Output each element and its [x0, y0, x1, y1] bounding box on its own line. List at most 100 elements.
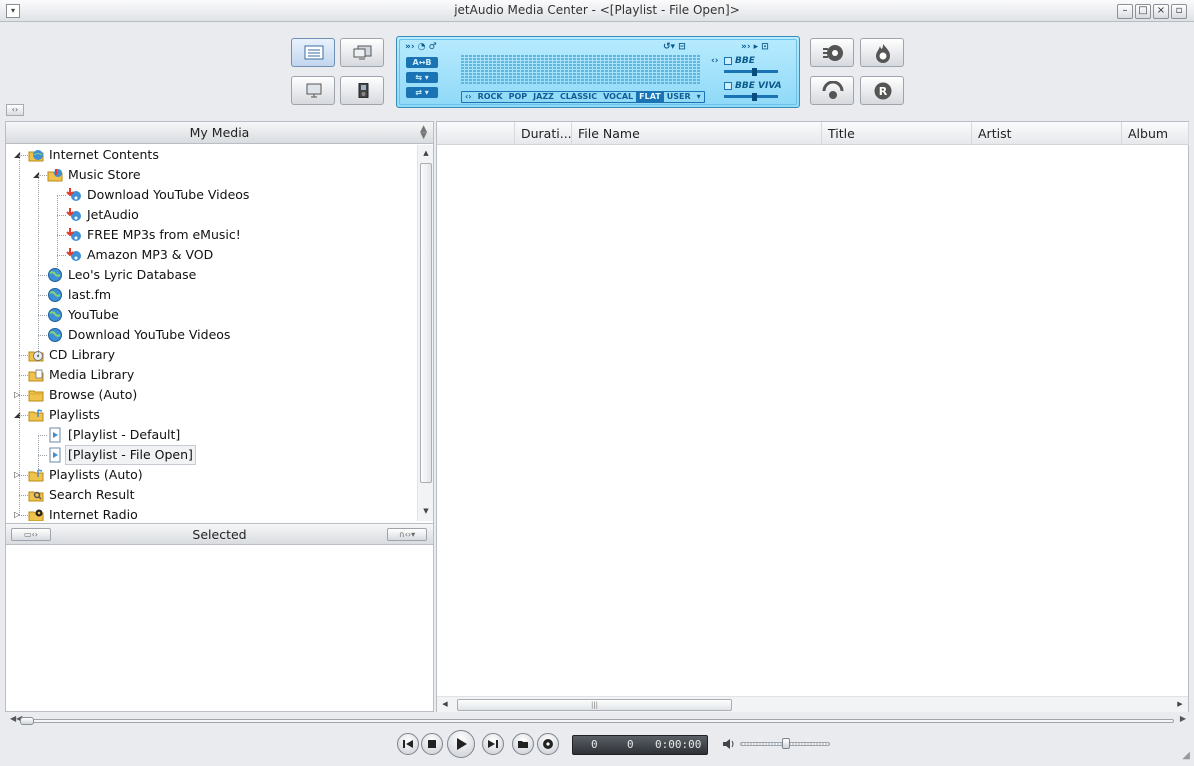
open-folder-icon — [518, 741, 528, 748]
tree-item[interactable]: Amazon MP3 & VOD — [6, 245, 416, 265]
previous-button[interactable] — [397, 733, 419, 755]
scroll-down-icon[interactable]: ▼ — [418, 507, 434, 515]
panel-toggle-button[interactable]: ‹› — [6, 104, 24, 116]
burn-cd-button[interactable] — [860, 38, 904, 67]
scroll-right-icon[interactable]: ▶ — [1172, 700, 1188, 708]
my-media-header[interactable]: My Media ▲ ▼ — [6, 122, 433, 144]
maximize-button[interactable]: □ — [1135, 4, 1151, 19]
eq-arrow-icon[interactable]: ‹› — [462, 92, 475, 102]
eq-preset-jazz[interactable]: JAZZ — [530, 92, 557, 102]
tree-item[interactable]: Search Result — [6, 485, 416, 505]
search-folder-icon — [28, 487, 44, 503]
seek-track[interactable] — [22, 719, 1174, 723]
tree-scrollbar[interactable]: ▲ ▼ — [417, 145, 433, 521]
bbe-level-track[interactable] — [724, 70, 778, 73]
sort-arrows-icon[interactable]: ▲ ▼ — [420, 125, 427, 141]
tree-guide-line — [19, 155, 20, 515]
repeat-mode-button[interactable]: ⇆ ▾ — [406, 72, 438, 83]
tree-item[interactable]: Download YouTube Videos — [6, 325, 416, 345]
volume-knob[interactable] — [782, 738, 790, 749]
record-button[interactable]: R — [860, 76, 904, 105]
scroll-up-icon[interactable]: ▲ — [418, 149, 434, 157]
playlist-hscroll-thumb[interactable]: ||| — [457, 699, 732, 711]
eq-preset-flat[interactable]: FLAT — [636, 92, 664, 102]
eq-preset-user[interactable]: USER — [664, 92, 694, 102]
seek-forward-icon[interactable]: ▶ — [1180, 714, 1186, 723]
device-view-button[interactable] — [340, 76, 384, 105]
globe-folder-icon — [28, 147, 44, 163]
column-title[interactable]: Title — [822, 122, 972, 145]
tree-item[interactable]: ◢ Internet Contents — [6, 145, 416, 165]
speaker-icon[interactable] — [722, 737, 736, 751]
cd-rip-button[interactable] — [810, 38, 854, 67]
media-center-view-button[interactable] — [291, 38, 335, 67]
eq-preset-pop[interactable]: POP — [506, 92, 531, 102]
mini-mode-button[interactable]: ▫ — [1171, 4, 1187, 19]
resize-grip-icon[interactable]: ◢ — [1182, 750, 1190, 761]
tree-item[interactable]: Download YouTube Videos — [6, 185, 416, 205]
volume-slider[interactable] — [740, 738, 832, 749]
tree-item[interactable]: CD Library — [6, 345, 416, 365]
tree-item[interactable]: last.fm — [6, 285, 416, 305]
selected-options-button[interactable]: ∩‹›▾ — [387, 528, 427, 541]
convert-button[interactable] — [810, 76, 854, 105]
tree-item[interactable]: ▷ Playlists (Auto) — [6, 465, 416, 485]
time-display[interactable]: 0 0 0:00:00 — [572, 735, 708, 755]
eq-band — [649, 55, 652, 85]
eject-disc-button[interactable] — [537, 733, 559, 755]
playlist-folder-icon — [28, 467, 44, 483]
tree-item[interactable]: ◢ Playlists — [6, 405, 416, 425]
eq-preset-vocal[interactable]: VOCAL — [600, 92, 636, 102]
tree-item[interactable]: [Playlist - Default] — [6, 425, 416, 445]
eq-band — [465, 55, 468, 85]
seek-bar[interactable]: ◀◀ ▶ — [10, 714, 1186, 725]
shuffle-mode-button[interactable]: ⇄ ▾ — [406, 87, 438, 98]
next-button[interactable] — [482, 733, 504, 755]
minimize-button[interactable]: – — [1117, 4, 1133, 19]
tree-item[interactable]: JetAudio — [6, 205, 416, 225]
eq-preset-dropdown-icon[interactable]: ▾ — [694, 92, 704, 102]
tree-item[interactable]: YouTube — [6, 305, 416, 325]
tree-item[interactable]: ▷ Internet Radio — [6, 505, 416, 521]
close-button[interactable]: × — [1153, 4, 1169, 19]
seek-knob[interactable] — [20, 717, 34, 725]
tree-item[interactable]: Media Library — [6, 365, 416, 385]
lcd-repeat-icons[interactable]: ↺▾ ⊟ — [663, 42, 686, 52]
eq-band — [613, 55, 616, 85]
tree-item[interactable]: FREE MP3s from eMusic! — [6, 225, 416, 245]
eq-preset-classic[interactable]: CLASSIC — [557, 92, 600, 102]
playlist-hscrollbar[interactable]: ◀ ||| ▶ — [437, 696, 1188, 712]
open-file-button[interactable] — [512, 733, 534, 755]
equalizer-bars[interactable] — [461, 55, 700, 85]
column-artist[interactable]: Artist — [972, 122, 1122, 145]
video-view-button[interactable] — [340, 38, 384, 67]
column-duration[interactable]: Durati... — [515, 122, 572, 145]
ab-repeat-button[interactable]: A↔B — [406, 57, 438, 68]
tree-item[interactable]: ◢ Music Store — [6, 165, 416, 185]
stop-button[interactable] — [421, 733, 443, 755]
tree-item[interactable]: ▷ Browse (Auto) — [6, 385, 416, 405]
bbe-viva-checkbox[interactable] — [724, 82, 732, 90]
column-file-name[interactable]: File Name — [572, 122, 822, 145]
bbe-viva-level-track[interactable] — [724, 95, 778, 98]
column-index[interactable] — [437, 122, 515, 145]
tree-item[interactable]: [Playlist - File Open] — [6, 445, 416, 465]
tree-item[interactable]: Leo's Lyric Database — [6, 265, 416, 285]
scroll-left-icon[interactable]: ◀ — [437, 700, 453, 708]
eq-preset-rock[interactable]: ROCK — [475, 92, 506, 102]
tree-connector — [19, 355, 28, 356]
selected-view-button[interactable]: ▭‹› — [11, 528, 51, 541]
lcd-effect-icons[interactable]: »› ▸ ⊡ — [741, 42, 769, 52]
bbe-checkbox[interactable] — [724, 57, 732, 65]
column-album[interactable]: Album — [1122, 122, 1189, 145]
eq-band — [485, 55, 488, 85]
bbe-level-knob[interactable] — [752, 68, 757, 76]
tree-scroll-thumb[interactable] — [420, 163, 432, 483]
disc-view-button[interactable] — [291, 76, 335, 105]
bbe-viva-level-knob[interactable] — [752, 93, 757, 101]
lcd-mode-icons[interactable]: »› ◔ ♂ — [405, 42, 437, 52]
playlist-icon — [47, 427, 63, 443]
play-button[interactable] — [447, 730, 475, 758]
eq-band — [637, 55, 640, 85]
lcd-display: »› ◔ ♂ A↔B ⇆ ▾ ⇄ ▾ ‹› ROCK POP JAZZ CLAS… — [396, 36, 800, 108]
